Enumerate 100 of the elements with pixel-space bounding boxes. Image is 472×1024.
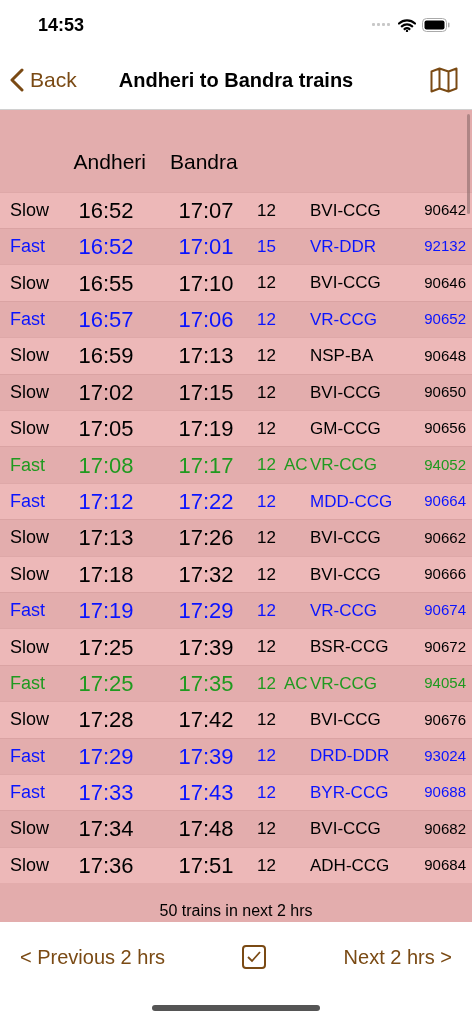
car-count: 12 [257, 636, 277, 659]
car-count: 12 [257, 199, 277, 222]
column-header: Andheri [72, 149, 147, 176]
route-code: VR-CCG [310, 672, 379, 695]
route-code: BSR-CCG [310, 636, 390, 659]
arrival-time: 17:29 [177, 597, 235, 626]
train-type: Slow [10, 198, 49, 222]
arrival-time: 17:32 [177, 560, 235, 589]
route-code: MDD-CCG [310, 490, 394, 513]
train-number: 90648 [423, 345, 467, 366]
train-number: 90674 [423, 600, 467, 621]
route-code: DRD-DDR [310, 745, 391, 768]
train-type: Fast [10, 599, 45, 623]
train-type: Slow [10, 344, 49, 368]
train-row[interactable]: Slow 17:28 17:42 12 BVI-CCG 90676 [0, 701, 472, 738]
car-count: 12 [257, 818, 277, 841]
route-code: BVI-CCG [310, 527, 382, 550]
departure-time: 17:13 [77, 524, 135, 553]
arrival-time: 17:07 [177, 196, 235, 225]
train-type: Fast [10, 671, 45, 695]
previous-button[interactable]: < Previous 2 hrs [20, 942, 166, 972]
arrival-time: 17:26 [177, 524, 235, 553]
train-row[interactable]: Slow 16:59 17:13 12 NSP-BA 90648 [0, 337, 472, 374]
next-button[interactable]: Next 2 hrs > [343, 942, 452, 972]
train-number: 94054 [423, 673, 467, 694]
departure-time: 17:19 [77, 597, 135, 626]
checkmark-icon [246, 950, 263, 964]
train-row[interactable]: Fast 17:33 17:43 12 BYR-CCG 90688 [0, 773, 472, 811]
departure-time: 17:28 [77, 706, 135, 735]
departure-time: 16:59 [77, 342, 135, 371]
column-header: Bandra [170, 149, 238, 176]
arrival-time: 17:39 [177, 633, 235, 662]
arrival-time: 17:10 [177, 269, 235, 298]
departure-time: 17:08 [77, 451, 135, 480]
departure-time: 17:18 [77, 560, 135, 589]
train-number: 90676 [423, 709, 467, 730]
train-row[interactable]: Fast 17:12 17:22 12 MDD-CCG 90664 [0, 482, 472, 520]
chevron-left-icon [10, 67, 24, 92]
route-code: GM-CCG [310, 417, 382, 440]
route-code: BVI-CCG [310, 199, 382, 222]
train-row[interactable]: Slow 17:18 17:32 12 BVI-CCG 90666 [0, 555, 472, 592]
arrival-time: 17:19 [177, 415, 235, 444]
train-row[interactable]: Slow 16:55 17:10 12 BVI-CCG 90646 [0, 264, 472, 301]
departure-time: 17:36 [77, 851, 135, 880]
train-number: 90682 [423, 818, 467, 839]
departure-time: 17:34 [77, 815, 135, 844]
train-number: 93024 [423, 745, 467, 766]
train-number: 90688 [423, 782, 467, 803]
arrival-time: 17:13 [177, 342, 235, 371]
train-number: 90664 [423, 491, 467, 512]
car-count: 12 [257, 308, 277, 331]
departure-time: 17:02 [77, 378, 135, 407]
route-code: BVI-CCG [310, 272, 382, 295]
train-row[interactable]: Slow 16:52 17:07 12 BVI-CCG 90642 [0, 191, 472, 229]
train-number: 94052 [423, 454, 467, 475]
train-row[interactable]: Slow 17:25 17:39 12 BSR-CCG 90672 [0, 628, 472, 665]
departure-time: 17:12 [77, 487, 135, 516]
route-code: NSP-BA [310, 345, 375, 368]
route-code: BVI-CCG [310, 381, 382, 404]
train-type: Fast [10, 453, 45, 477]
ac-label: AC [284, 672, 308, 695]
train-number: 90652 [423, 309, 467, 330]
route-code: ADH-CCG [310, 854, 391, 877]
train-row[interactable]: Slow 17:05 17:19 12 GM-CCG 90656 [0, 410, 472, 447]
train-type: Slow [10, 526, 49, 550]
route-code: BVI-CCG [310, 818, 382, 841]
departure-time: 16:52 [77, 196, 135, 225]
arrival-time: 17:39 [177, 742, 235, 771]
car-count: 12 [257, 345, 277, 368]
car-count: 12 [257, 490, 277, 513]
train-type: Slow [10, 708, 49, 732]
arrival-time: 17:15 [177, 378, 235, 407]
train-count: 50 trains in next 2 hrs [159, 901, 313, 921]
train-number: 90650 [423, 382, 467, 403]
route-code: VR-CCG [310, 454, 379, 477]
arrival-time: 17:22 [177, 487, 235, 516]
train-type: Fast [10, 744, 45, 768]
status-time: 14:53 [38, 13, 85, 37]
departure-time: 16:57 [77, 306, 135, 334]
car-count: 12 [257, 854, 277, 877]
train-number: 90656 [423, 418, 467, 439]
arrival-time: 17:48 [177, 815, 235, 844]
train-row[interactable]: Slow 17:36 17:51 12 ADH-CCG 90684 [0, 846, 472, 884]
map-icon [430, 66, 458, 93]
train-number: 90662 [423, 527, 467, 548]
train-number: 90666 [423, 564, 467, 584]
train-type: Slow [10, 635, 49, 659]
departure-time: 17:29 [77, 742, 135, 771]
arrival-time: 17:35 [177, 669, 235, 698]
car-count: 12 [257, 417, 277, 440]
departure-time: 17:05 [77, 415, 135, 444]
route-code: BVI-CCG [310, 563, 382, 586]
arrival-time: 17:01 [177, 233, 235, 262]
train-type: Slow [10, 853, 49, 877]
departure-time: 17:25 [77, 669, 135, 698]
checkbox[interactable] [242, 945, 267, 969]
car-count: 12 [257, 563, 277, 586]
train-type: Slow [10, 417, 49, 441]
departure-time: 16:55 [77, 269, 135, 298]
back-button[interactable]: Back [10, 63, 77, 96]
